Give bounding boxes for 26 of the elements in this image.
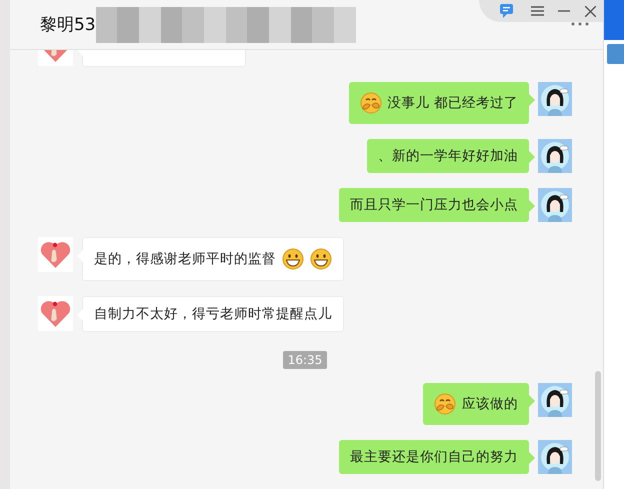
message-text: 是的，得感谢老师平时的监督 bbox=[94, 250, 276, 269]
grin-emoji-icon bbox=[282, 248, 304, 270]
message-text: 没事儿 都已经考过了 bbox=[388, 94, 518, 113]
heart-hand-avatar-icon bbox=[38, 296, 73, 331]
close-icon[interactable] bbox=[584, 6, 596, 16]
message-text: 最主要还是你们自己的努力 bbox=[350, 448, 518, 467]
hug-emoji-icon bbox=[360, 92, 382, 114]
minimize-icon[interactable] bbox=[558, 9, 570, 13]
timestamp: 16:35 bbox=[282, 351, 328, 369]
heart-hand-avatar-icon bbox=[38, 237, 73, 272]
hug-emoji-icon bbox=[434, 393, 456, 415]
grin-emoji-icon bbox=[310, 248, 332, 270]
scrollbar[interactable] bbox=[595, 371, 602, 481]
cartoon-girl-avatar-icon bbox=[538, 82, 572, 116]
cartoon-girl-avatar-icon bbox=[538, 139, 572, 173]
message-text: 自制力不太好，得亏老师时常提醒点儿 bbox=[94, 305, 332, 324]
message-text: 而且只学一门压力也会小点 bbox=[350, 196, 518, 215]
menu-icon[interactable] bbox=[530, 6, 544, 16]
side-panel-header bbox=[604, 0, 624, 40]
more-icon[interactable] bbox=[571, 22, 590, 26]
cartoon-girl-avatar-icon bbox=[538, 188, 572, 222]
chat-title: 黎明53 bbox=[40, 14, 96, 36]
message-text: 应该做的 bbox=[462, 395, 518, 414]
cartoon-girl-avatar-icon bbox=[538, 383, 572, 417]
cartoon-girl-avatar-icon bbox=[538, 440, 572, 474]
message-text: 、新的一学年好好加油 bbox=[378, 147, 518, 166]
